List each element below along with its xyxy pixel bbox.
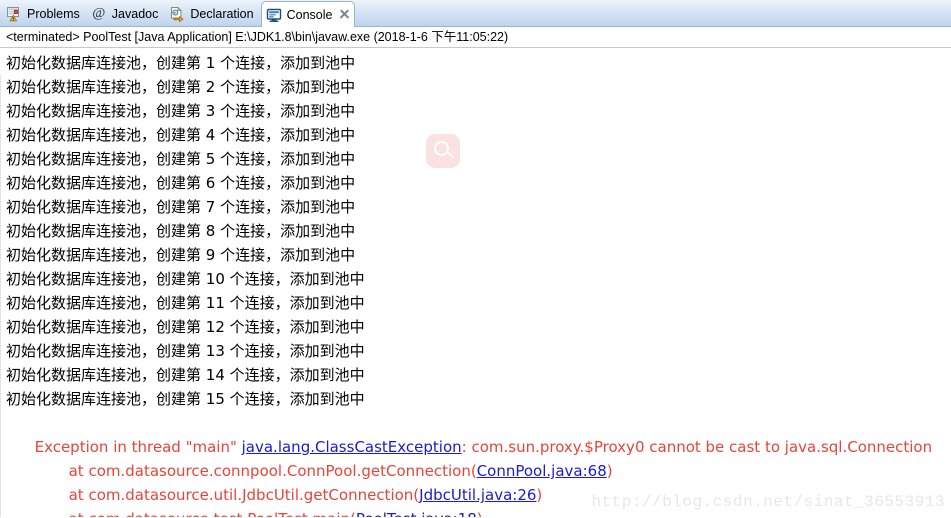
log-line: 初始化数据库连接池，创建第 13 个连接，添加到池中 [6, 342, 365, 360]
tab-javadoc-label: Javadoc [111, 7, 159, 21]
log-line: 初始化数据库连接池，创建第 11 个连接，添加到池中 [6, 294, 365, 312]
svg-text:e: e [174, 10, 176, 15]
log-line: 初始化数据库连接池，创建第 14 个连接，添加到池中 [6, 366, 365, 384]
magnifier-handle [447, 151, 454, 159]
console-output-area[interactable]: 初始化数据库连接池，创建第 1 个连接，添加到池中 初始化数据库连接池，创建第 … [0, 48, 951, 517]
stack-frame-text: at com.datasource.test.PoolTest.main( [69, 510, 356, 517]
stack-frame-link[interactable]: PoolTest.java:18 [356, 510, 477, 517]
stack-frame-suffix: ) [606, 462, 613, 480]
log-line: 初始化数据库连接池，创建第 12 个连接，添加到池中 [6, 318, 365, 336]
blog-url-watermark: http://blog.csdn.net/sinat_36553913 [591, 493, 945, 511]
console-view-window: Problems @ Javadoc e Declaration Console… [0, 0, 951, 518]
exception-header-line: Exception in thread "main" java.lang.Cla… [6, 411, 951, 456]
stack-frame-text: at com.datasource.util.JdbcUtil.getConne… [68, 486, 420, 504]
tab-declaration[interactable]: e Declaration [165, 2, 260, 26]
log-line: 初始化数据库连接池，创建第 4 个连接，添加到池中 [6, 126, 356, 144]
log-line: 初始化数据库连接池，创建第 15 个连接，添加到池中 [6, 390, 365, 408]
monitor-icon [266, 7, 282, 23]
log-line: 初始化数据库连接池，创建第 7 个连接，添加到池中 [6, 198, 356, 216]
tab-console[interactable]: Console [260, 1, 356, 28]
close-icon[interactable] [339, 9, 350, 20]
log-line: 初始化数据库连接池，创建第 3 个连接，添加到池中 [6, 102, 356, 120]
log-line: 初始化数据库连接池，创建第 8 个连接，添加到池中 [6, 222, 356, 240]
tab-problems[interactable]: Problems [2, 2, 87, 26]
declaration-icon: e [169, 6, 185, 23]
tab-problems-label: Problems [27, 7, 80, 21]
stack-frame-suffix: ) [477, 510, 483, 517]
tab-console-label: Console [286, 7, 333, 22]
view-tab-bar: Problems @ Javadoc e Declaration Console [0, 0, 951, 28]
stack-frame-link[interactable]: JdbcUtil.java:26 [419, 486, 536, 504]
search-watermark-icon [426, 134, 460, 168]
stack-frame-suffix: ) [536, 486, 543, 504]
log-line: 初始化数据库连接池，创建第 10 个连接，添加到池中 [6, 270, 365, 288]
tab-javadoc[interactable]: @ Javadoc [87, 2, 166, 26]
stack-frame-text: at com.datasource.connpool.ConnPool.getC… [68, 462, 477, 480]
launch-status-line: <terminated> PoolTest [Java Application]… [0, 27, 951, 48]
exception-prefix: Exception in thread "main" [34, 438, 242, 456]
exception-type-link[interactable]: java.lang.ClassCastException [242, 438, 462, 456]
magnifier-glass [434, 141, 449, 156]
log-line: 初始化数据库连接池，创建第 5 个连接，添加到池中 [6, 150, 356, 168]
at-icon: @ [92, 6, 106, 21]
log-line: 初始化数据库连接池，创建第 2 个连接，添加到池中 [6, 78, 356, 96]
log-line: 初始化数据库连接池，创建第 9 个连接，添加到池中 [6, 246, 356, 264]
stack-frame-link[interactable]: ConnPool.java:68 [477, 462, 607, 480]
left-edge-divider [0, 75, 1, 517]
problems-icon [6, 6, 22, 22]
log-line: 初始化数据库连接池，创建第 1 个连接，添加到池中 [6, 54, 356, 72]
tab-declaration-label: Declaration [190, 7, 254, 21]
exception-message: : com.sun.proxy.$Proxy0 cannot be cast t… [461, 438, 933, 456]
log-line: 初始化数据库连接池，创建第 6 个连接，添加到池中 [6, 174, 356, 192]
